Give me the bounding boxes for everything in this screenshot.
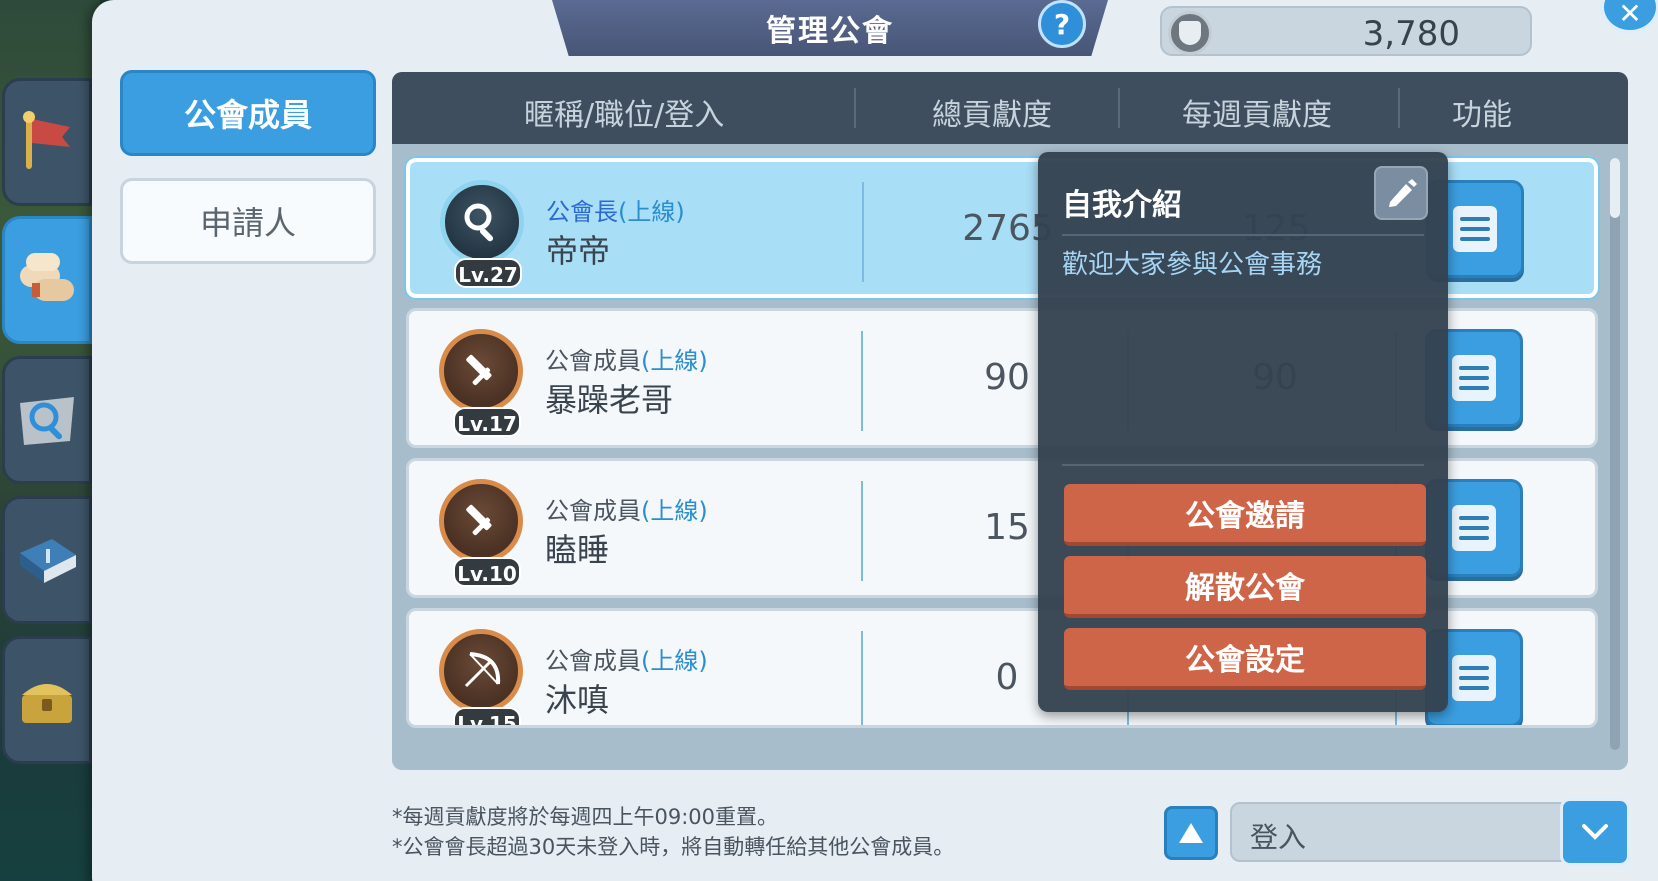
category-tab-scrolls[interactable] <box>2 216 92 344</box>
document-icon <box>1453 206 1497 252</box>
table-scrollbar[interactable] <box>1610 158 1620 750</box>
member-role: 公會長(上線) <box>546 198 685 226</box>
class-avatar <box>439 329 523 413</box>
scrollbar-thumb[interactable] <box>1610 158 1620 218</box>
book-icon <box>20 539 76 583</box>
member-name: 帝帝 <box>546 232 611 270</box>
document-icon <box>1452 505 1496 551</box>
sort-dropdown-button[interactable] <box>1560 798 1630 866</box>
tab-guild-members[interactable]: 公會成員 <box>120 70 376 156</box>
close-icon: ✕ <box>1618 0 1642 30</box>
page-title: 管理公會 <box>766 14 894 49</box>
sort-selected-value: 登入 <box>1250 821 1307 854</box>
disband-guild-button[interactable]: 解散公會 <box>1064 556 1426 618</box>
currency-amount: 3,780 <box>1362 14 1460 54</box>
document-icon <box>1452 355 1496 401</box>
column-header-function: 功能 <box>1452 98 1512 133</box>
help-button[interactable]: ? <box>1038 0 1086 48</box>
edit-intro-button[interactable] <box>1374 166 1428 220</box>
note-weekly-reset: *每週貢獻度將於每週四上午09:00重置。 <box>392 805 779 829</box>
sort-order-button[interactable] <box>1164 806 1218 860</box>
column-header-total: 總貢獻度 <box>932 98 1052 133</box>
treasure-chest-icon <box>22 684 72 723</box>
column-header-name: 暱稱/職位/登入 <box>524 98 725 133</box>
map-search-icon <box>20 397 74 445</box>
level-badge: Lv.10 <box>453 557 521 587</box>
level-badge: Lv.15 <box>453 707 521 725</box>
sort-select[interactable]: 登入 <box>1230 798 1630 866</box>
note-leader-transfer: *公會會長超過30天未登入時，將自動轉任給其他公會成員。 <box>392 835 955 859</box>
popup-title: 自我介紹 <box>1062 188 1182 223</box>
member-name: 瞌睡 <box>545 531 610 569</box>
guild-intro-popup: 自我介紹 歡迎大家參與公會事務 公會邀請 解散公會 公會設定 <box>1038 152 1448 712</box>
pencil-icon <box>1389 179 1417 207</box>
category-tab-treasure[interactable] <box>2 636 92 764</box>
member-role: 公會成員(上線) <box>545 647 708 675</box>
flag-icon <box>23 111 70 169</box>
category-tab-flag[interactable] <box>2 78 92 206</box>
divider <box>1062 464 1424 466</box>
table-header: 暱稱/職位/登入 總貢獻度 每週貢獻度 功能 <box>392 72 1628 144</box>
member-role: 公會成員(上線) <box>545 497 708 525</box>
intro-text: 歡迎大家參與公會事務 <box>1062 250 1323 280</box>
question-icon: ? <box>1053 7 1071 41</box>
guild-invite-button[interactable]: 公會邀請 <box>1064 484 1426 546</box>
shield-coin-icon <box>1168 11 1212 55</box>
document-icon <box>1452 655 1496 701</box>
bow-class-icon <box>464 652 501 688</box>
magnifier-class-icon <box>464 203 494 242</box>
category-tab-book[interactable] <box>2 496 92 624</box>
triangle-up-icon <box>1179 823 1203 843</box>
chevron-down-icon <box>1582 824 1608 840</box>
level-badge: Lv.27 <box>454 258 522 288</box>
tab-applicants[interactable]: 申請人 <box>120 178 376 264</box>
member-name: 暴躁老哥 <box>545 381 674 419</box>
currency-display: 3,780 <box>1160 6 1532 56</box>
class-avatar <box>440 180 524 264</box>
header-divider <box>854 88 856 128</box>
member-name: 沐嗔 <box>545 681 610 719</box>
class-avatar <box>439 479 523 563</box>
sword-class-icon <box>466 504 492 536</box>
header-divider <box>1398 88 1400 128</box>
column-header-weekly: 每週貢獻度 <box>1182 98 1332 133</box>
scrolls-icon <box>20 253 74 301</box>
title-banner: 管理公會 <box>552 0 1108 56</box>
class-avatar <box>439 629 523 713</box>
header-divider <box>1118 88 1120 128</box>
sword-class-icon <box>466 354 492 386</box>
member-role: 公會成員(上線) <box>545 347 708 375</box>
category-tab-map[interactable] <box>2 356 92 484</box>
level-badge: Lv.17 <box>453 407 521 437</box>
guild-settings-button[interactable]: 公會設定 <box>1064 628 1426 690</box>
footer-notes: *每週貢獻度將於每週四上午09:00重置。 *公會會長超過30天未登入時，將自動… <box>392 802 954 862</box>
divider <box>1062 234 1424 236</box>
